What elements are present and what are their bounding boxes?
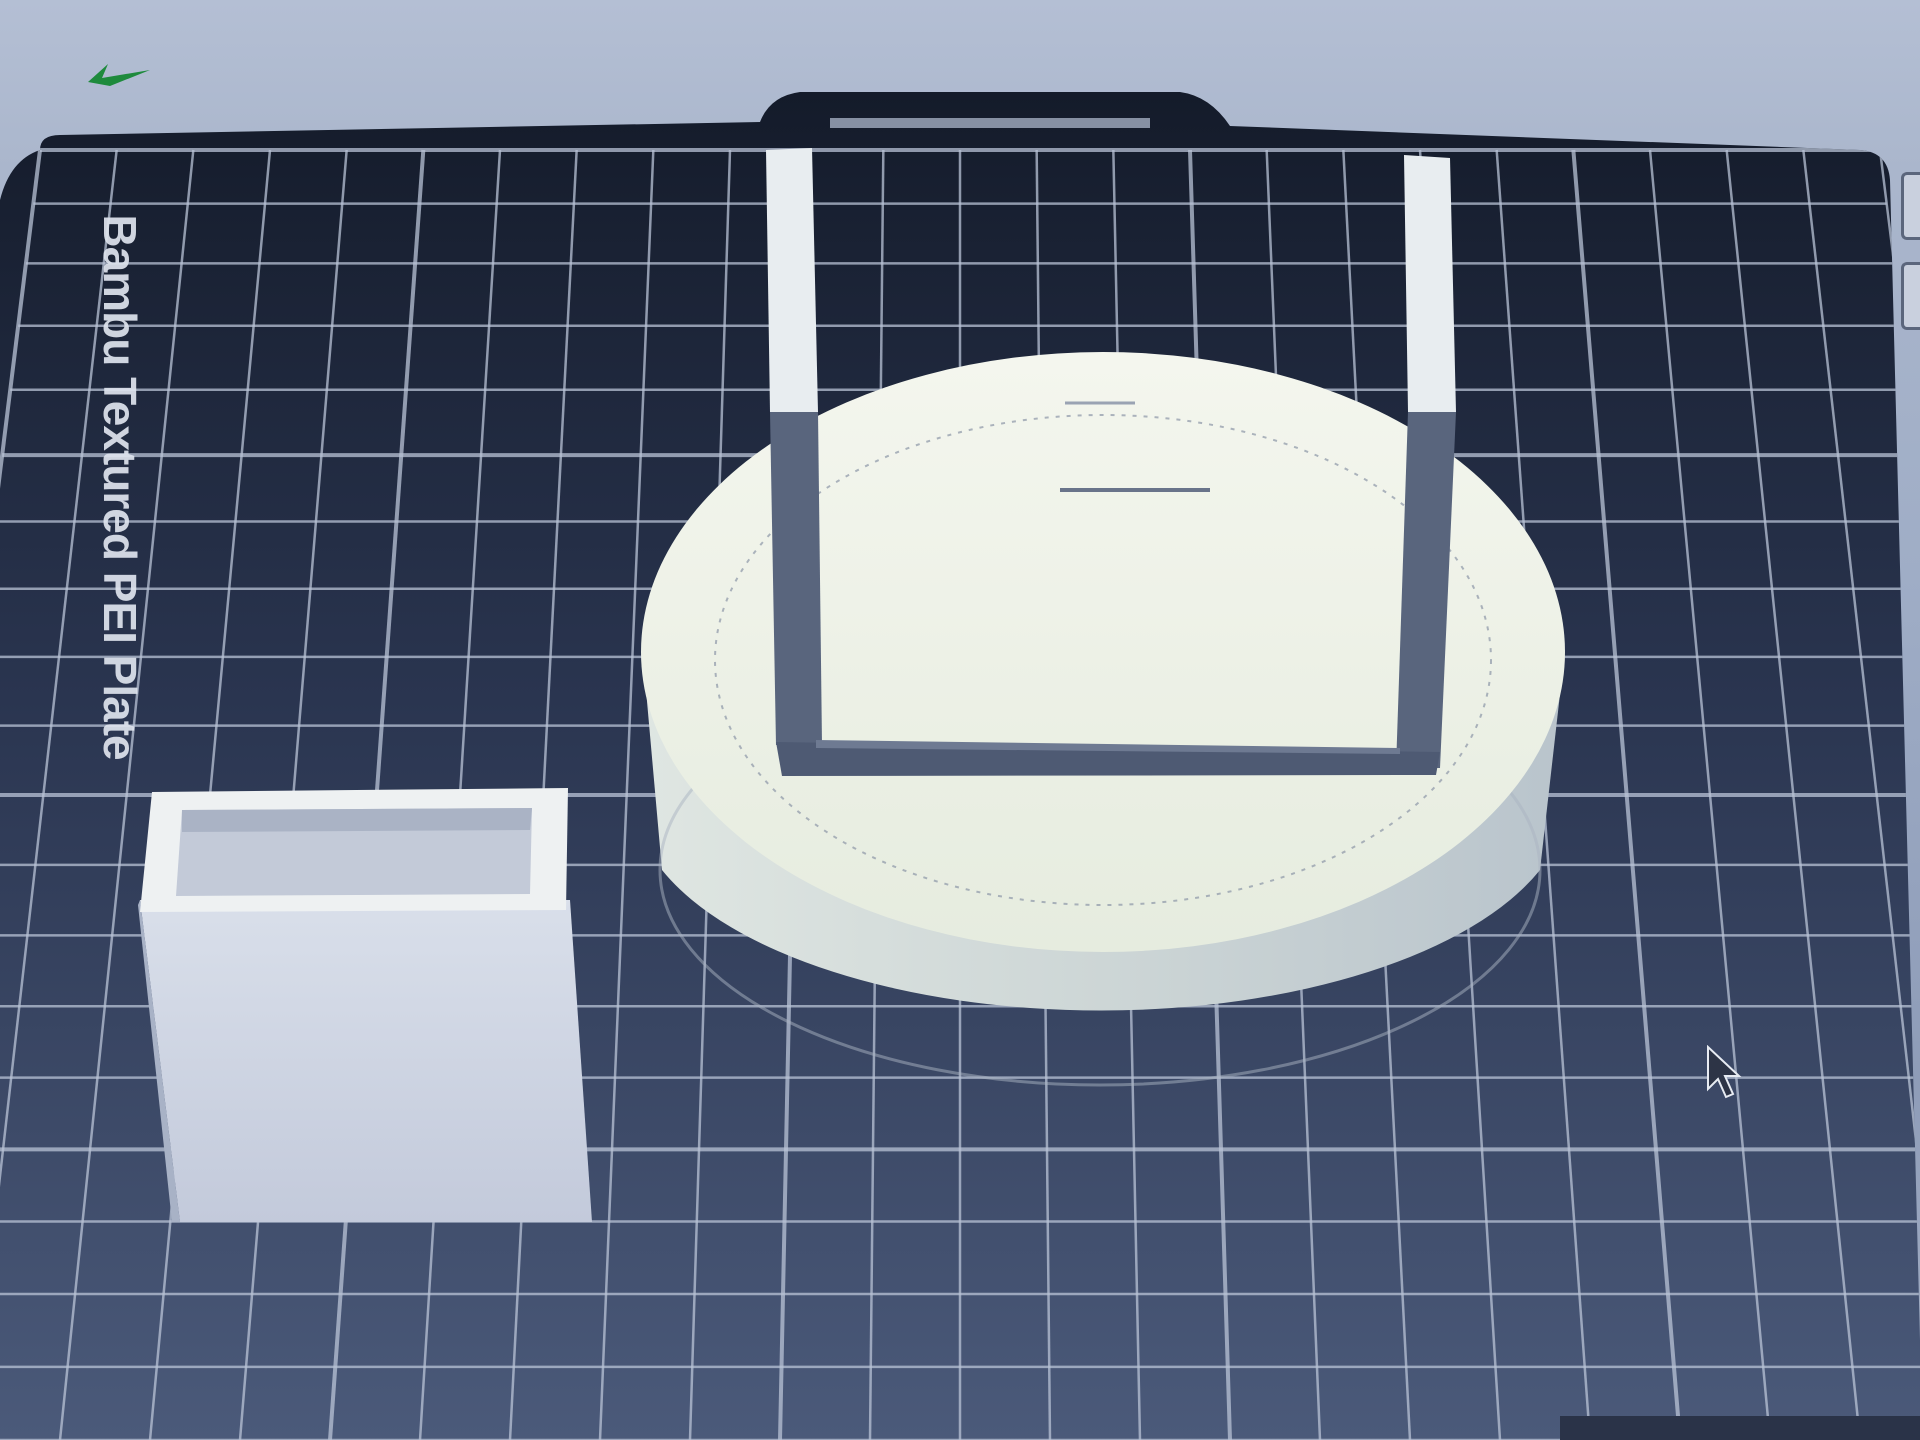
bambu-logo-icon bbox=[80, 42, 160, 98]
3d-build-viewport[interactable] bbox=[0, 0, 1920, 1440]
square-box-front bbox=[140, 900, 592, 1222]
square-box-object[interactable] bbox=[138, 788, 592, 1222]
side-toolbar-button-second[interactable] bbox=[1901, 262, 1920, 330]
plate-tab-highlight bbox=[830, 118, 1150, 128]
square-box-inner-wall bbox=[182, 808, 532, 832]
handle-left-post-upper bbox=[766, 148, 818, 412]
handle-right-post-upper bbox=[1404, 155, 1456, 412]
bottom-status-strip bbox=[1560, 1416, 1920, 1440]
handle-left-post-lower bbox=[770, 412, 822, 745]
side-toolbar-button-top[interactable] bbox=[1901, 172, 1920, 240]
plate-name-label: Bambu Textured PEI Plate bbox=[94, 214, 146, 760]
mouse-pointer-icon bbox=[1704, 1044, 1744, 1101]
